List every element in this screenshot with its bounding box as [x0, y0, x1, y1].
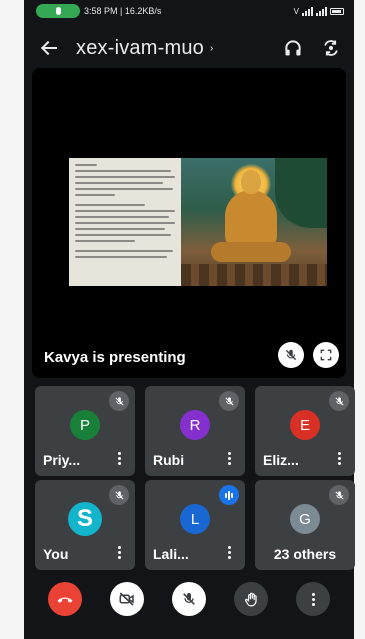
others-tile[interactable]: G 23 others: [255, 480, 355, 570]
slide-text-block: [69, 158, 181, 286]
phone-frame: 3:58 PM | 16.2KB/s V xex-ivam-muo › Kavy…: [0, 0, 365, 639]
end-call-button[interactable]: [48, 582, 82, 616]
status-time-speed: 3:58 PM | 16.2KB/s: [84, 6, 162, 16]
participant-tile[interactable]: E Eliz...: [255, 386, 355, 476]
more-vert-icon[interactable]: [338, 452, 341, 465]
mic-off-icon: [109, 391, 129, 411]
participant-tile[interactable]: L Lali...: [145, 480, 245, 570]
more-vert-icon[interactable]: [118, 546, 121, 559]
camera-toggle-button[interactable]: [110, 582, 144, 616]
avatar: S: [68, 502, 102, 536]
raise-hand-icon: [244, 592, 257, 606]
more-vert-icon[interactable]: [118, 452, 121, 465]
avatar: E: [290, 410, 320, 440]
mic-toggle-button[interactable]: [172, 582, 206, 616]
end-call-icon: [57, 597, 73, 603]
participant-name: You: [43, 546, 69, 562]
more-vert-icon: [311, 592, 315, 606]
mic-off-icon: [109, 485, 129, 505]
others-count: 23 others: [273, 546, 337, 562]
meeting-header: xex-ivam-muo ›: [24, 28, 354, 68]
avatar: P: [70, 410, 100, 440]
avatar: G: [290, 504, 320, 534]
participant-name: Priy...: [43, 452, 81, 468]
mic-icon: [55, 7, 61, 15]
headphones-icon[interactable]: [282, 37, 304, 59]
mic-off-icon[interactable]: [278, 342, 304, 368]
signal-icon-2: [316, 6, 327, 16]
buddha-illustration: [181, 158, 327, 286]
raise-hand-button[interactable]: [234, 582, 268, 616]
meeting-code[interactable]: xex-ivam-muo: [76, 37, 204, 60]
participant-name: Rubi: [153, 452, 185, 468]
ongoing-call-pill[interactable]: [36, 4, 80, 18]
status-icons: V: [293, 6, 344, 16]
avatar: R: [180, 410, 210, 440]
back-arrow-icon[interactable]: [38, 36, 62, 60]
switch-camera-icon[interactable]: [320, 37, 342, 59]
avatar: L: [180, 504, 210, 534]
meet-screen: 3:58 PM | 16.2KB/s V xex-ivam-muo › Kavy…: [24, 0, 355, 639]
participant-tile[interactable]: R Rubi: [145, 386, 245, 476]
mic-off-icon: [329, 485, 349, 505]
participant-tile[interactable]: P Priy...: [35, 386, 135, 476]
more-vert-icon[interactable]: [228, 452, 231, 465]
participant-tile-self[interactable]: S You: [35, 480, 135, 570]
mic-off-icon: [329, 391, 349, 411]
call-controls: [24, 574, 354, 624]
presenting-label: Kavya is presenting: [44, 349, 186, 366]
mic-off-icon: [183, 593, 195, 605]
camera-off-icon: [119, 592, 134, 606]
mic-off-icon: [219, 391, 239, 411]
battery-icon: [330, 7, 344, 15]
signal-icon: [302, 6, 313, 16]
more-options-button[interactable]: [296, 582, 330, 616]
participant-name: Eliz...: [263, 452, 299, 468]
audio-level-icon: [219, 485, 239, 505]
shared-slide: [69, 158, 327, 286]
fullscreen-icon[interactable]: [313, 342, 339, 368]
participant-name: Lali...: [153, 546, 189, 562]
presentation-view[interactable]: Kavya is presenting: [32, 68, 346, 378]
more-vert-icon[interactable]: [228, 546, 231, 559]
network-label: V: [293, 6, 299, 16]
status-bar: 3:58 PM | 16.2KB/s V: [24, 0, 354, 22]
chevron-right-icon[interactable]: ›: [210, 43, 213, 54]
